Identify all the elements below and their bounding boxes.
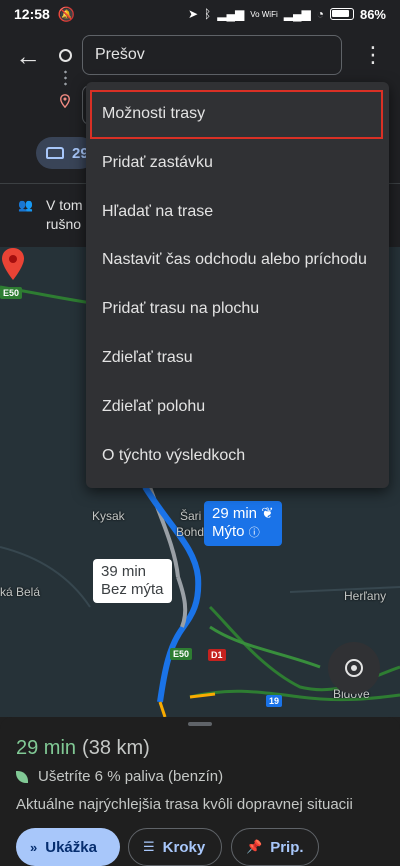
alt-route-badge[interactable]: 39 min Bez mýta xyxy=(93,559,172,603)
status-bar: 12:58 🔕 ➤ ᛒ ▂▄▆ Vo WiFi ▂▄▆ ◔ 86% xyxy=(0,0,400,28)
map-label-kysak: Kysak xyxy=(92,509,125,523)
preview-label: Ukážka xyxy=(45,838,97,856)
destination-map-pin-icon xyxy=(2,248,24,280)
menu-item-add-stop[interactable]: Pridať zastávku xyxy=(86,139,389,188)
eta-minutes: 29 min xyxy=(16,737,77,759)
battery-icon xyxy=(329,8,354,20)
fast-route-toll: Mýto ⓘ xyxy=(212,523,260,540)
map-label-ka-bela: ká Belá xyxy=(0,585,41,599)
my-location-button[interactable] xyxy=(328,642,380,694)
status-icons: ➤ ᛒ ▂▄▆ Vo WiFi ▂▄▆ ◔ 86% xyxy=(188,7,386,22)
route-summary-sheet: 29 min (38 km) Ušetríte 6 % paliva (benzí… xyxy=(0,717,400,866)
info-icon: ⓘ xyxy=(248,527,260,539)
signal-icon-2: ▂▄▆ xyxy=(283,7,311,21)
back-arrow-icon[interactable]: ← xyxy=(14,42,42,70)
mute-icon: 🔕 xyxy=(57,5,76,22)
map-label-herlany: Herľany xyxy=(344,589,387,603)
route-dots-icon xyxy=(64,69,67,87)
road-shield-e50-top: E50 xyxy=(0,287,23,299)
fast-route-badge[interactable]: 29 min ❦ Mýto ⓘ xyxy=(204,501,282,546)
menu-item-about-results[interactable]: O týchto výsledkoch xyxy=(86,432,389,481)
crosshair-icon xyxy=(345,659,363,677)
status-time: 12:58 xyxy=(14,6,50,22)
fast-route-time: 29 min ❦ xyxy=(212,505,274,522)
double-chevron-icon: » xyxy=(30,839,38,855)
preview-button[interactable]: » Ukážka xyxy=(16,828,120,866)
bluetooth-icon: ᛒ xyxy=(204,7,212,21)
road-shield-19: 19 xyxy=(266,695,283,707)
signal-icon: ▂▄▆ xyxy=(217,7,245,21)
menu-item-share-location[interactable]: Zdieľať polohu xyxy=(86,383,389,432)
route-distance: (38 km) xyxy=(82,737,150,759)
battery-percent: 86% xyxy=(359,6,386,22)
origin-icon xyxy=(59,49,72,62)
destination-pin-icon xyxy=(60,94,70,108)
pin-button[interactable]: 📌 Prip. xyxy=(231,828,319,866)
steps-label: Kroky xyxy=(162,838,206,856)
menu-item-add-to-home[interactable]: Pridať trasu na plochu xyxy=(86,285,389,334)
sheet-drag-handle[interactable] xyxy=(188,722,212,726)
route-description: Aktuálne najrýchlejšia trasa kvôli dopra… xyxy=(16,796,353,813)
map-label-sari: Šari xyxy=(180,509,202,523)
overflow-menu: Možnosti trasy Pridať zastávku Hľadať na… xyxy=(86,82,389,488)
location-icon: ➤ xyxy=(187,7,199,21)
steps-button[interactable]: ☰ Kroky xyxy=(128,828,222,866)
car-icon xyxy=(46,147,64,159)
people-icon: 👥 xyxy=(18,198,33,212)
traffic-info-text: V tom rušno xyxy=(46,196,83,247)
menu-item-set-depart-arrive[interactable]: Nastaviť čas odchodu alebo príchodu xyxy=(86,236,389,285)
road-shield-e50: E50 xyxy=(170,648,193,660)
fuel-savings-text: Ušetríte 6 % paliva (benzín) xyxy=(38,768,224,785)
origin-input[interactable]: Prešov xyxy=(82,35,342,75)
wifi-icon: ◔ xyxy=(316,7,324,21)
traffic-info-line1: V tom xyxy=(46,197,83,213)
eco-leaf-icon: ❦ xyxy=(261,505,274,522)
list-icon: ☰ xyxy=(143,839,155,854)
traffic-info-line2: rušno xyxy=(46,216,82,232)
fuel-savings: Ušetríte 6 % paliva (benzín) xyxy=(16,768,223,785)
pin-label: Prip. xyxy=(270,838,304,856)
menu-item-share-route[interactable]: Zdieľať trasu xyxy=(86,334,389,383)
menu-item-search-along-route[interactable]: Hľadať na trase xyxy=(86,188,389,237)
alt-route-toll: Bez mýta xyxy=(101,581,164,598)
eco-leaf-icon xyxy=(16,770,28,783)
menu-item-route-options[interactable]: Možnosti trasy xyxy=(90,90,383,139)
route-eta: 29 min (38 km) xyxy=(16,737,150,760)
more-options-icon[interactable]: ⋮ xyxy=(362,42,384,70)
wifi-calling-label: Vo WiFi xyxy=(250,9,278,19)
alt-route-time: 39 min xyxy=(101,563,147,580)
pushpin-icon: 📌 xyxy=(246,839,263,854)
road-shield-d1: D1 xyxy=(208,649,226,661)
